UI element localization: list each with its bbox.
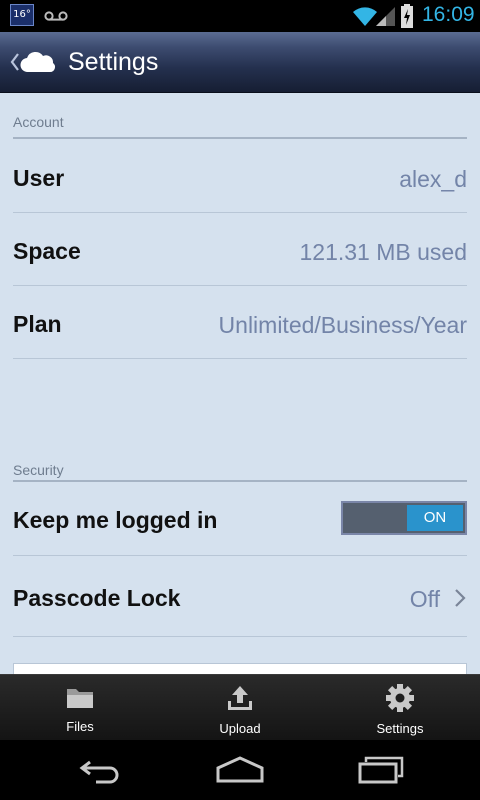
row-divider <box>13 636 467 637</box>
tab-upload[interactable]: Upload <box>160 675 320 741</box>
row-divider <box>13 555 467 556</box>
battery-charging-icon <box>401 4 413 28</box>
settings-content: Account User alex_d Space 121.31 MB used… <box>0 93 480 674</box>
section-header-security: Security <box>13 462 64 478</box>
home-icon[interactable] <box>215 754 265 786</box>
section-divider <box>13 137 467 139</box>
status-clock: 16:09 <box>422 3 475 26</box>
wifi-icon <box>353 7 377 26</box>
back-icon[interactable] <box>76 754 126 786</box>
bottom-tab-bar: Files Upload Settings <box>0 674 480 740</box>
row-divider <box>13 212 467 213</box>
row-label-passcode-lock: Passcode Lock <box>13 585 181 611</box>
chevron-right-icon <box>455 589 466 607</box>
tab-label-files: Files <box>66 719 94 734</box>
recent-apps-icon[interactable] <box>356 754 406 786</box>
tab-files[interactable]: Files <box>0 675 160 741</box>
status-bar: 16° 16:09 <box>0 0 480 32</box>
upload-icon <box>228 686 252 710</box>
action-bar: Settings <box>0 32 480 93</box>
row-value-plan: Unlimited/Business/Year <box>218 312 467 338</box>
weather-badge: 16° <box>10 4 34 26</box>
system-nav-bar <box>0 740 480 800</box>
row-value-passcode-lock: Off <box>409 586 440 612</box>
row-value-space: 121.31 MB used <box>299 239 467 265</box>
tab-label-upload: Upload <box>219 721 261 736</box>
row-divider <box>13 358 467 359</box>
toggle-on-label: ON <box>407 505 463 531</box>
row-divider <box>13 285 467 286</box>
tab-settings[interactable]: Settings <box>320 675 480 741</box>
row-label-space: Space <box>13 238 81 264</box>
cloud-icon[interactable] <box>20 50 56 74</box>
voicemail-icon <box>44 11 68 21</box>
section-header-account: Account <box>13 114 64 130</box>
row-label-plan: Plan <box>13 311 62 337</box>
keep-logged-in-toggle[interactable]: ON <box>341 501 467 535</box>
row-label-user: User <box>13 165 65 191</box>
row-value-user: alex_d <box>399 166 467 192</box>
content-card <box>13 663 467 674</box>
folder-icon <box>67 689 93 708</box>
tab-label-settings: Settings <box>376 721 424 736</box>
page-title: Settings <box>68 48 159 76</box>
row-label-keep-logged-in: Keep me logged in <box>13 507 218 533</box>
signal-icon <box>376 7 395 26</box>
section-divider <box>13 480 467 482</box>
back-chevron-icon[interactable] <box>10 53 20 71</box>
gear-icon <box>386 684 414 712</box>
